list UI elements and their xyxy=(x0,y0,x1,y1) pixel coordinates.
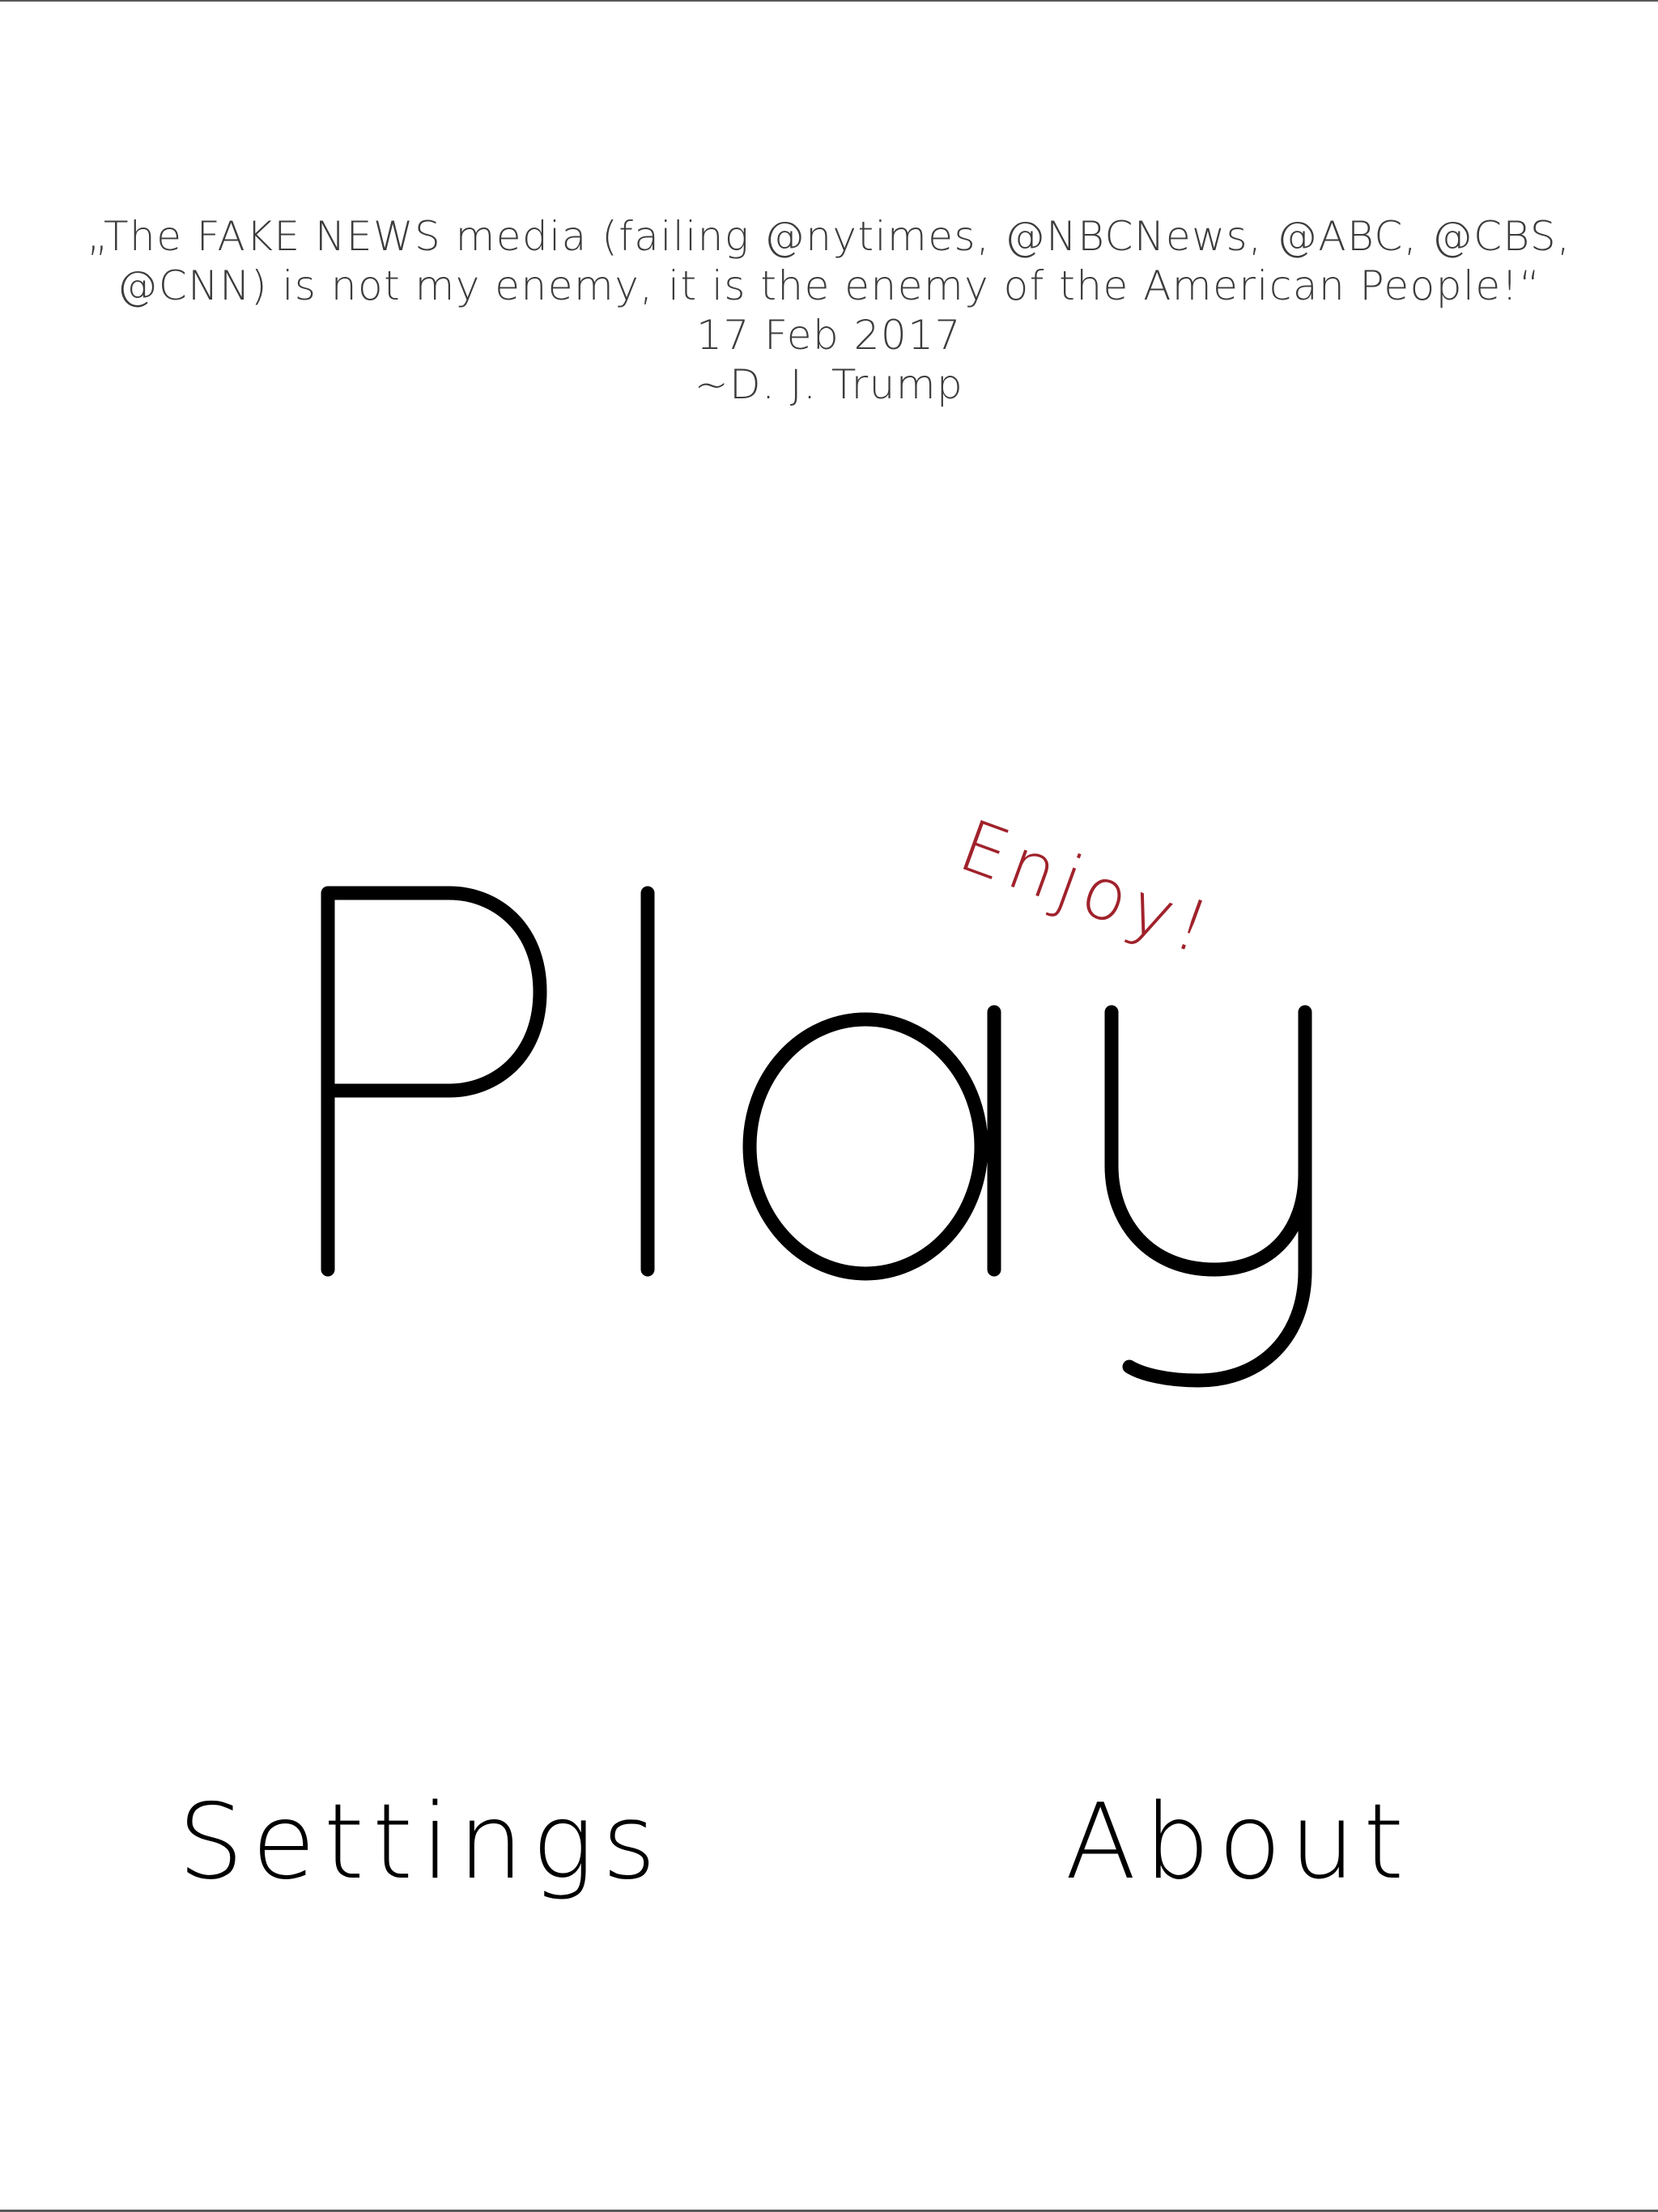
play-letter-a-bowl xyxy=(742,1012,988,1281)
quote-block: „The FAKE NEWS media (failing @nytimes, … xyxy=(0,212,1658,410)
play-letter-y xyxy=(1104,1005,1312,1388)
top-border xyxy=(0,0,1658,2)
quote-line-2: @CNN) is not my enemy, it is the enemy o… xyxy=(117,262,1541,309)
settings-button[interactable]: Settings xyxy=(162,1781,680,1903)
about-button[interactable]: About xyxy=(1052,1781,1425,1903)
quote-date: 17 Feb 2017 xyxy=(696,312,962,359)
play-letter-p xyxy=(321,886,547,1277)
quote-line-1: „The FAKE NEWS media (failing @nytimes, … xyxy=(87,213,1571,260)
quote-author: ~D. J. Trump xyxy=(694,361,964,408)
